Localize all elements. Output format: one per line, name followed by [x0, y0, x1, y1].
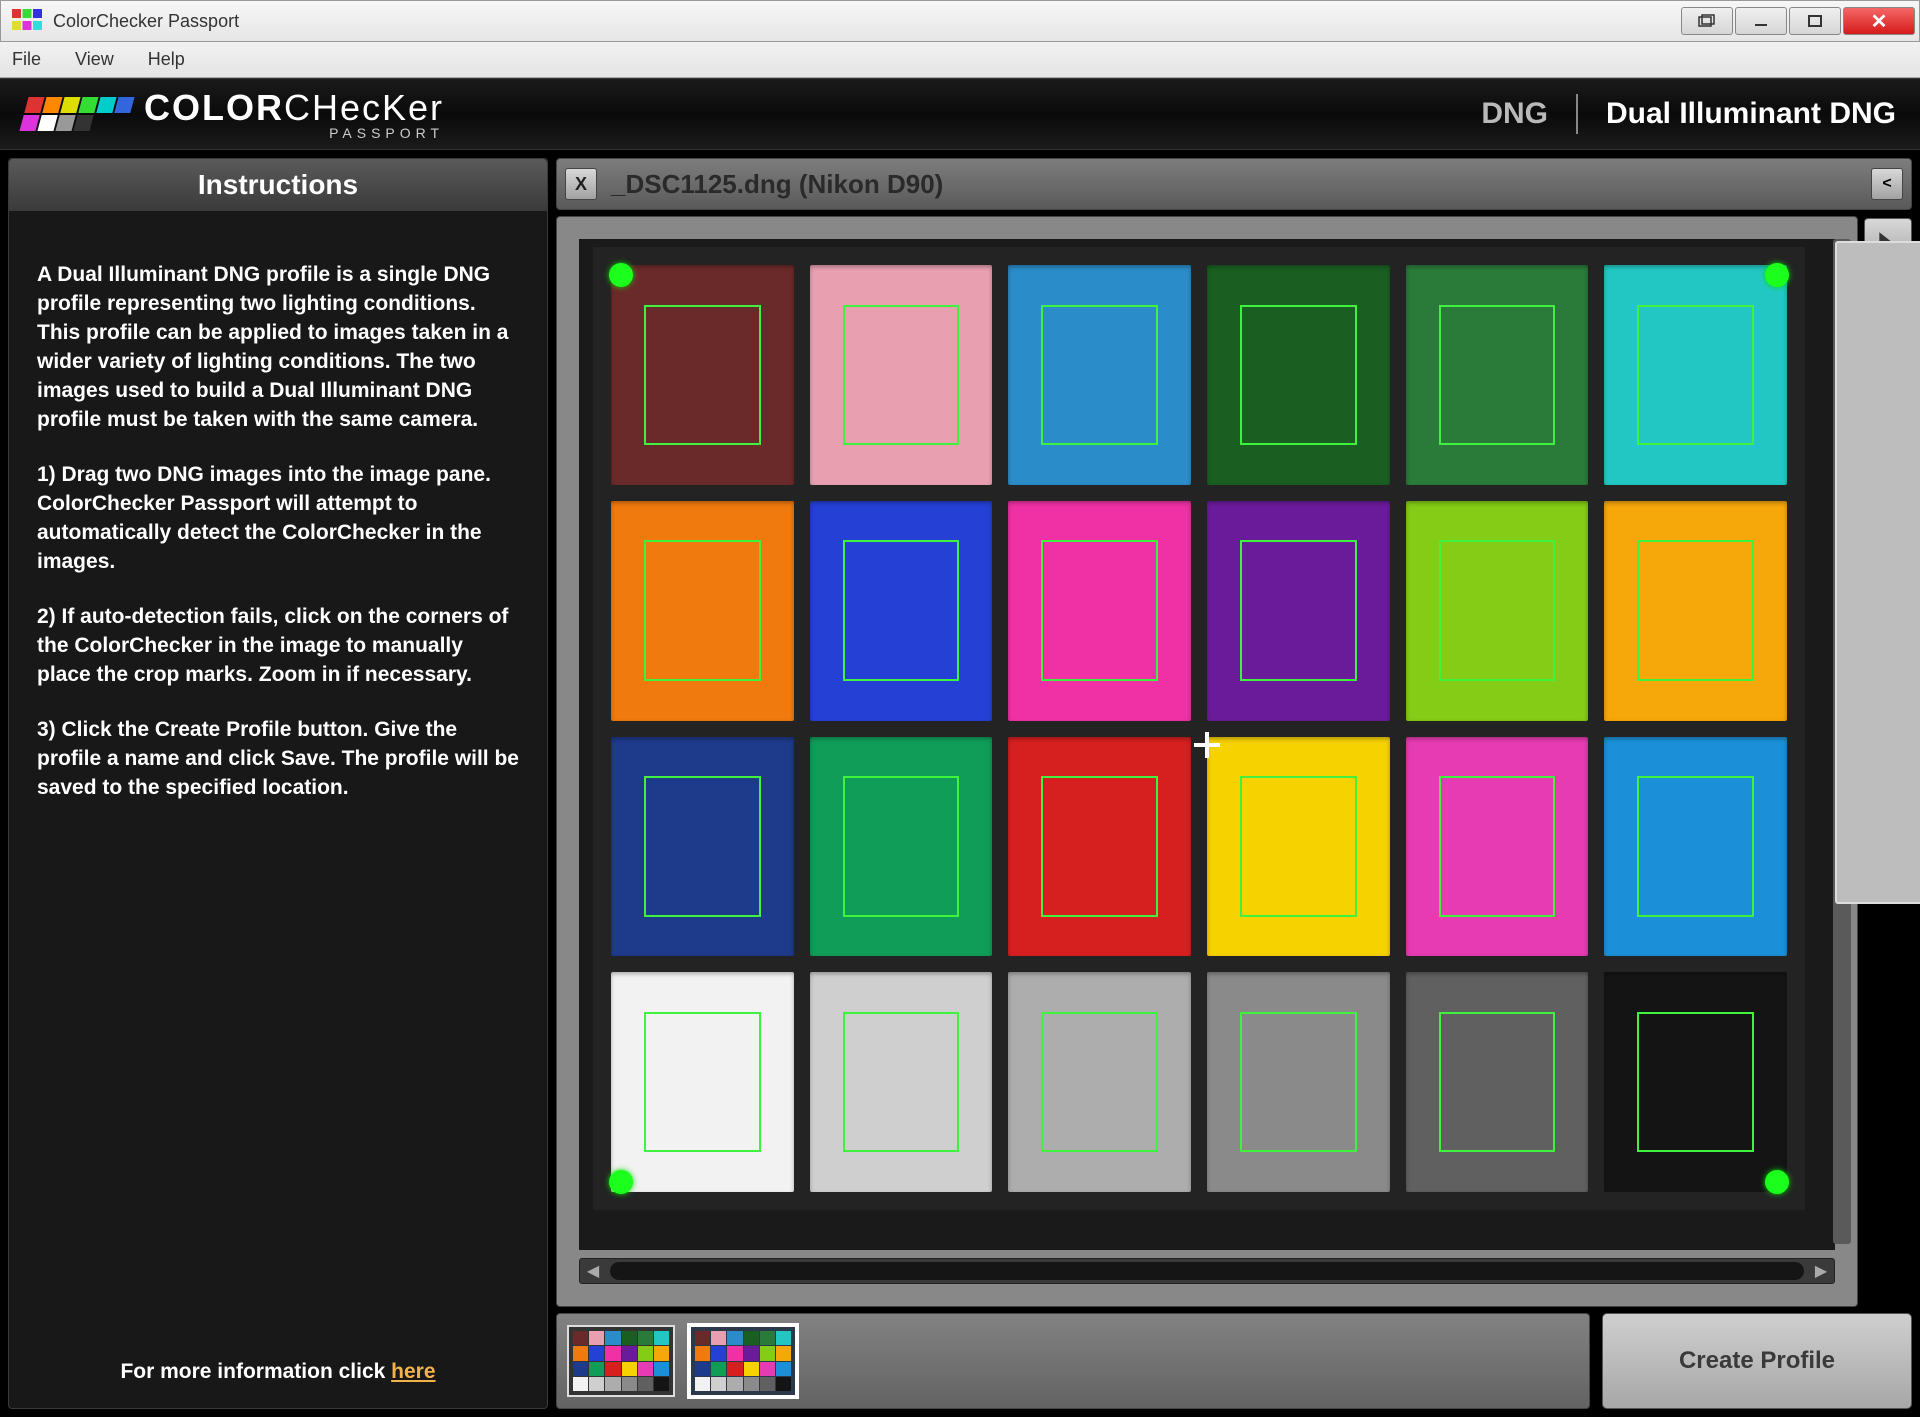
color-patch: [1604, 737, 1787, 957]
app-icon: [9, 3, 45, 39]
create-profile-button[interactable]: Create Profile: [1602, 1313, 1912, 1409]
logo-icon: [16, 86, 141, 142]
close-button[interactable]: ✕: [1843, 7, 1915, 35]
minimize-button[interactable]: [1735, 7, 1787, 35]
color-patch: [1008, 737, 1191, 957]
color-patch: [611, 265, 794, 485]
tab-close-button[interactable]: X: [565, 168, 597, 200]
collapse-button[interactable]: <: [1871, 168, 1903, 200]
color-patch: [810, 972, 993, 1192]
color-patch: [1207, 972, 1390, 1192]
maximize-button[interactable]: [1789, 7, 1841, 35]
image-viewport: ◀ ▶: [556, 216, 1858, 1307]
center-crosshair-icon: [1194, 732, 1220, 758]
color-patch: [611, 737, 794, 957]
color-patch: [1604, 265, 1787, 485]
thumbnail-1[interactable]: [567, 1325, 675, 1397]
color-patch: [1008, 972, 1191, 1192]
colorchecker-grid: [593, 247, 1805, 1210]
color-patch: [1406, 972, 1589, 1192]
color-patch: [810, 737, 993, 957]
color-patch: [611, 501, 794, 721]
horizontal-scrollbar[interactable]: ◀ ▶: [579, 1258, 1835, 1284]
color-patch: [611, 972, 794, 1192]
color-patch: [1406, 501, 1589, 721]
instructions-p4: 3) Click the Create Profile button. Give…: [37, 716, 519, 803]
brand-text: COLORCHecKer: [144, 87, 444, 129]
crop-corner-tl[interactable]: [609, 263, 633, 287]
menu-file[interactable]: File: [12, 49, 41, 70]
crop-corner-br[interactable]: [1765, 1170, 1789, 1194]
vertical-scrollbar[interactable]: [1833, 239, 1851, 1244]
color-patch: [1207, 501, 1390, 721]
image-tabbar: X _DSC1125.dng (Nikon D90) <: [556, 158, 1912, 210]
menubar: File View Help: [0, 42, 1920, 78]
scroll-left-icon[interactable]: ◀: [580, 1258, 606, 1284]
titlebar: ColorChecker Passport ✕: [0, 0, 1920, 42]
color-patch: [1406, 737, 1589, 957]
thumbnail-strip: [556, 1313, 1590, 1409]
window-title: ColorChecker Passport: [53, 11, 1681, 32]
menu-view[interactable]: View: [75, 49, 114, 70]
instructions-p3: 2) If auto-detection fails, click on the…: [37, 603, 519, 690]
instructions-panel: Instructions A Dual Illuminant DNG profi…: [8, 158, 548, 1409]
lower-button[interactable]: [1681, 7, 1733, 35]
color-patch: [1604, 501, 1787, 721]
mode-dng[interactable]: DNG: [1481, 97, 1548, 131]
more-info-link[interactable]: here: [391, 1360, 435, 1383]
color-patch: [1207, 737, 1390, 957]
color-patch: [810, 501, 993, 721]
instructions-p2: 1) Drag two DNG images into the image pa…: [37, 461, 519, 577]
scroll-right-icon[interactable]: ▶: [1808, 1258, 1834, 1284]
crop-corner-tr[interactable]: [1765, 263, 1789, 287]
crop-corner-bl[interactable]: [609, 1170, 633, 1194]
menu-help[interactable]: Help: [148, 49, 185, 70]
brand-bar: COLORCHecKer PASSPORT DNG Dual Illuminan…: [0, 78, 1920, 150]
color-patch: [1008, 501, 1191, 721]
mode-separator: [1576, 94, 1578, 134]
instructions-footer: For more information click here: [9, 1336, 547, 1408]
color-patch: [1604, 972, 1787, 1192]
instructions-p1: A Dual Illuminant DNG profile is a singl…: [37, 261, 519, 435]
color-patch: [1406, 265, 1589, 485]
image-canvas[interactable]: [579, 239, 1835, 1250]
color-patch: [1008, 265, 1191, 485]
thumbnail-2[interactable]: [689, 1325, 797, 1397]
mode-dual-illuminant[interactable]: Dual Illuminant DNG: [1606, 97, 1896, 131]
image-filename: _DSC1125.dng (Nikon D90): [611, 169, 1871, 200]
color-patch: [810, 265, 993, 485]
color-patch: [1207, 265, 1390, 485]
instructions-title: Instructions: [9, 159, 547, 211]
